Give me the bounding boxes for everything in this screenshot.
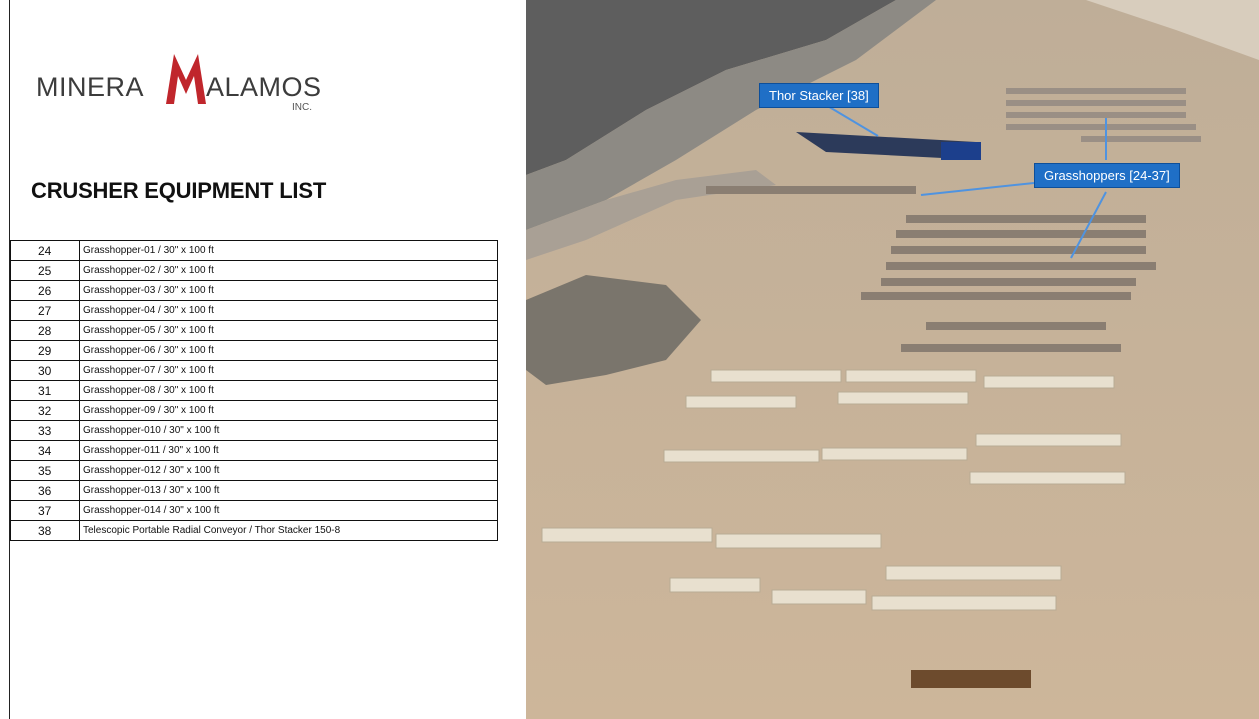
equipment-number: 29 (10, 340, 80, 361)
table-row: 36 Grasshopper-013 / 30" x 100 ft (10, 480, 498, 501)
equipment-number: 32 (10, 400, 80, 421)
equipment-description: Grasshopper-012 / 30" x 100 ft (79, 460, 498, 481)
table-row: 32 Grasshopper-09 / 30" x 100 ft (10, 400, 498, 421)
equipment-description: Grasshopper-013 / 30" x 100 ft (79, 480, 498, 501)
table-row: 28 Grasshopper-05 / 30" x 100 ft (10, 320, 498, 341)
equipment-description: Telescopic Portable Radial Conveyor / Th… (79, 520, 498, 541)
equipment-number: 36 (10, 480, 80, 501)
table-row: 34 Grasshopper-011 / 30" x 100 ft (10, 440, 498, 461)
equipment-number: 33 (10, 420, 80, 441)
equipment-description: Grasshopper-011 / 30" x 100 ft (79, 440, 498, 461)
table-row: 25 Grasshopper-02 / 30" x 100 ft (10, 260, 498, 281)
equipment-description: Grasshopper-03 / 30" x 100 ft (79, 280, 498, 301)
equipment-description: Grasshopper-08 / 30" x 100 ft (79, 380, 498, 401)
grasshoppers-callout: Grasshoppers [24-37] (1034, 163, 1180, 188)
table-row: 29 Grasshopper-06 / 30" x 100 ft (10, 340, 498, 361)
equipment-number: 37 (10, 500, 80, 521)
equipment-number: 25 (10, 260, 80, 281)
table-row: 26 Grasshopper-03 / 30" x 100 ft (10, 280, 498, 301)
slide: MINERA ALAMOS INC. CRUSHER EQUIPMENT LIS… (0, 0, 1259, 719)
table-row: 37 Grasshopper-014 / 30" x 100 ft (10, 500, 498, 521)
equipment-number: 28 (10, 320, 80, 341)
equipment-description: Grasshopper-01 / 30" x 100 ft (79, 240, 498, 261)
table-row: 24 Grasshopper-01 / 30" x 100 ft (10, 240, 498, 261)
equipment-description: Grasshopper-09 / 30" x 100 ft (79, 400, 498, 421)
logo-suffix: INC. (292, 102, 312, 113)
table-row: 31 Grasshopper-08 / 30" x 100 ft (10, 380, 498, 401)
logo-text-left: MINERA (36, 72, 145, 102)
table-row: 27 Grasshopper-04 / 30" x 100 ft (10, 300, 498, 321)
equipment-table: 24 Grasshopper-01 / 30" x 100 ft 25 Grassho… (10, 240, 498, 541)
equipment-description: Grasshopper-05 / 30" x 100 ft (79, 320, 498, 341)
equipment-description: Grasshopper-014 / 30" x 100 ft (79, 500, 498, 521)
page-title: CRUSHER EQUIPMENT LIST (31, 178, 327, 203)
equipment-number: 35 (10, 460, 80, 481)
equipment-number: 38 (10, 520, 80, 541)
equipment-number: 26 (10, 280, 80, 301)
table-row: 30 Grasshopper-07 / 30" x 100 ft (10, 360, 498, 381)
aerial-photo-illustration (526, 0, 1259, 719)
table-row: 35 Grasshopper-012 / 30" x 100 ft (10, 460, 498, 481)
equipment-number: 30 (10, 360, 80, 381)
equipment-description: Grasshopper-010 / 30" x 100 ft (79, 420, 498, 441)
company-logo: MINERA ALAMOS INC. (34, 50, 334, 120)
equipment-description: Grasshopper-04 / 30" x 100 ft (79, 300, 498, 321)
equipment-description: Grasshopper-07 / 30" x 100 ft (79, 360, 498, 381)
equipment-number: 31 (10, 380, 80, 401)
logo-m-mark (166, 54, 206, 104)
equipment-number: 27 (10, 300, 80, 321)
table-row: 33 Grasshopper-010 / 30" x 100 ft (10, 420, 498, 441)
thor-stacker-callout: Thor Stacker [38] (759, 83, 879, 108)
logo-text-right: ALAMOS (206, 72, 322, 102)
equipment-number: 34 (10, 440, 80, 461)
equipment-description: Grasshopper-06 / 30" x 100 ft (79, 340, 498, 361)
site-aerial-photo (526, 0, 1259, 719)
equipment-number: 24 (10, 240, 80, 261)
table-row: 38 Telescopic Portable Radial Conveyor / … (10, 520, 498, 541)
equipment-description: Grasshopper-02 / 30" x 100 ft (79, 260, 498, 281)
